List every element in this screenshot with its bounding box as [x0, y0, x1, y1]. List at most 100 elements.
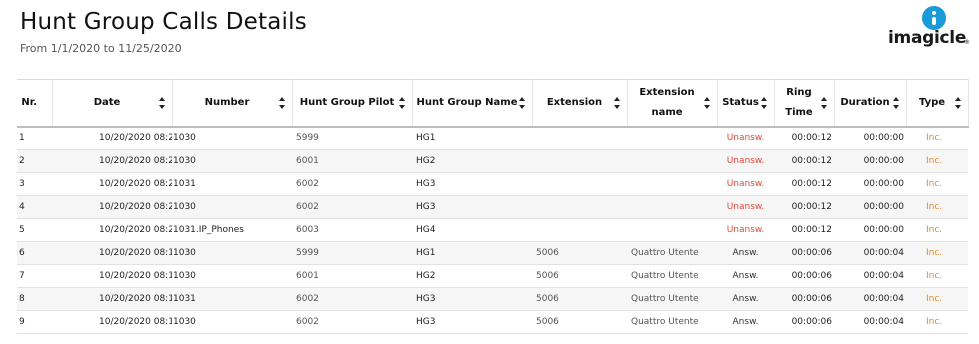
cell-number: 1030	[172, 264, 292, 288]
cell-nr: 2	[17, 149, 52, 173]
column-label: Nr.	[21, 96, 38, 108]
sort-arrows-icon[interactable]	[398, 96, 406, 109]
cell-date: 10/20/2020 08:23:55	[52, 195, 172, 219]
cell-duration: 00:00:00	[834, 195, 906, 219]
cell-nr: 7	[17, 264, 52, 288]
column-header-hunt-group-name[interactable]: Hunt Group Name	[411, 79, 533, 128]
column-label: Ring Time	[785, 86, 813, 118]
cell-extension: 5006	[532, 264, 627, 288]
cell-date: 10/20/2020 08:23:55	[52, 172, 172, 196]
sort-arrows-icon[interactable]	[703, 96, 711, 109]
cell-status: Answ.	[717, 241, 774, 265]
date-range-subtitle: From 1/1/2020 to 11/25/2020	[20, 42, 182, 55]
column-header-extension[interactable]: Extension	[531, 79, 628, 128]
cell-type: Inc.	[906, 241, 968, 265]
column-header-ring-time[interactable]: Ring Time	[773, 79, 835, 128]
cell-hunt-group-name: HG2	[412, 264, 532, 288]
hunt-group-calls-table: Nr. Date Number Hunt Group Pilot Hunt Gr…	[17, 79, 969, 334]
table-row: 5 10/20/2020 08:23:55 1031.IP_Phones 600…	[17, 218, 968, 242]
cell-status: Unansw.	[717, 218, 774, 242]
sort-arrows-icon[interactable]	[892, 96, 900, 109]
cell-extension-name: Quattro Utente	[627, 287, 717, 311]
cell-status: Unansw.	[717, 149, 774, 173]
cell-ring-time: 00:00:06	[774, 241, 834, 265]
cell-pilot: 5999	[292, 241, 412, 265]
column-header-extension-name[interactable]: Extension name	[626, 79, 718, 128]
column-header-hunt-group-pilot[interactable]: Hunt Group Pilot	[291, 79, 413, 128]
cell-ring-time: 00:00:12	[774, 126, 834, 150]
column-label: Number	[204, 96, 250, 108]
cell-nr: 9	[17, 310, 52, 334]
column-header-date[interactable]: Date	[51, 79, 173, 128]
registered-mark: ®	[964, 39, 970, 46]
column-header-number[interactable]: Number	[171, 79, 293, 128]
sort-arrows-icon[interactable]	[613, 96, 621, 109]
sort-arrows-icon[interactable]	[278, 96, 286, 109]
cell-ring-time: 00:00:12	[774, 195, 834, 219]
column-header-type[interactable]: Type	[905, 79, 969, 128]
sort-arrows-icon[interactable]	[820, 96, 828, 109]
cell-pilot: 6001	[292, 149, 412, 173]
sort-arrows-icon[interactable]	[158, 96, 166, 109]
cell-number: 1030	[172, 149, 292, 173]
cell-hunt-group-name: HG3	[412, 310, 532, 334]
cell-nr: 3	[17, 172, 52, 196]
cell-number: 1030	[172, 195, 292, 219]
cell-hunt-group-name: HG3	[412, 172, 532, 196]
cell-type: Inc.	[906, 149, 968, 173]
cell-extension: 5006	[532, 287, 627, 311]
cell-hunt-group-name: HG1	[412, 241, 532, 265]
cell-extension: 5006	[532, 310, 627, 334]
cell-hunt-group-name: HG4	[412, 218, 532, 242]
table-row: 8 10/20/2020 08:18:45 1031 6002 HG3 5006…	[17, 287, 968, 311]
cell-ring-time: 00:00:06	[774, 287, 834, 311]
imagicle-logo-icon	[922, 6, 946, 30]
cell-extension-name: Quattro Utente	[627, 264, 717, 288]
cell-duration: 00:00:00	[834, 172, 906, 196]
sort-arrows-icon[interactable]	[760, 96, 768, 109]
column-label: Hunt Group Name	[416, 96, 518, 108]
cell-status: Answ.	[717, 310, 774, 334]
sort-arrows-icon[interactable]	[954, 96, 962, 109]
cell-nr: 5	[17, 218, 52, 242]
cell-number: 1030	[172, 241, 292, 265]
sort-arrows-icon[interactable]	[518, 96, 526, 109]
table-row: 1 10/20/2020 08:23:55 1030 5999 HG1 Unan…	[17, 126, 968, 150]
cell-duration: 00:00:00	[834, 218, 906, 242]
cell-extension-name: Quattro Utente	[627, 241, 717, 265]
cell-duration: 00:00:00	[834, 126, 906, 150]
column-header-duration[interactable]: Duration	[833, 79, 907, 128]
column-header-status[interactable]: Status	[716, 79, 775, 128]
cell-status: Unansw.	[717, 126, 774, 150]
column-label: Extension	[546, 96, 603, 108]
cell-extension: 5006	[532, 241, 627, 265]
cell-hunt-group-name: HG1	[412, 126, 532, 150]
cell-date: 10/20/2020 08:18:45	[52, 287, 172, 311]
cell-extension-name	[627, 172, 717, 196]
cell-ring-time: 00:00:06	[774, 264, 834, 288]
cell-extension-name	[627, 195, 717, 219]
cell-duration: 00:00:00	[834, 149, 906, 173]
cell-date: 10/20/2020 08:18:45	[52, 310, 172, 334]
cell-number: 1031.IP_Phones	[172, 218, 292, 242]
imagicle-logo: imagicle ®	[884, 6, 970, 54]
cell-date: 10/20/2020 08:23:55	[52, 218, 172, 242]
cell-status: Unansw.	[717, 172, 774, 196]
cell-extension-name	[627, 218, 717, 242]
cell-number: 1031	[172, 287, 292, 311]
table-row: 7 10/20/2020 08:18:45 1030 6001 HG2 5006…	[17, 264, 968, 288]
cell-hunt-group-name: HG3	[412, 195, 532, 219]
cell-type: Inc.	[906, 195, 968, 219]
cell-extension	[532, 149, 627, 173]
cell-status: Answ.	[717, 264, 774, 288]
column-label: Extension name	[639, 86, 695, 118]
table-row: 9 10/20/2020 08:18:45 1030 6002 HG3 5006…	[17, 310, 968, 334]
cell-type: Inc.	[906, 126, 968, 150]
table-header-row: Nr. Date Number Hunt Group Pilot Hunt Gr…	[17, 79, 969, 128]
cell-extension-name: Quattro Utente	[627, 310, 717, 334]
table-row: 2 10/20/2020 08:23:55 1030 6001 HG2 Unan…	[17, 149, 968, 173]
cell-duration: 00:00:04	[834, 310, 906, 334]
cell-date: 10/20/2020 08:18:45	[52, 264, 172, 288]
cell-extension	[532, 126, 627, 150]
logo-text: imagicle	[888, 28, 967, 48]
